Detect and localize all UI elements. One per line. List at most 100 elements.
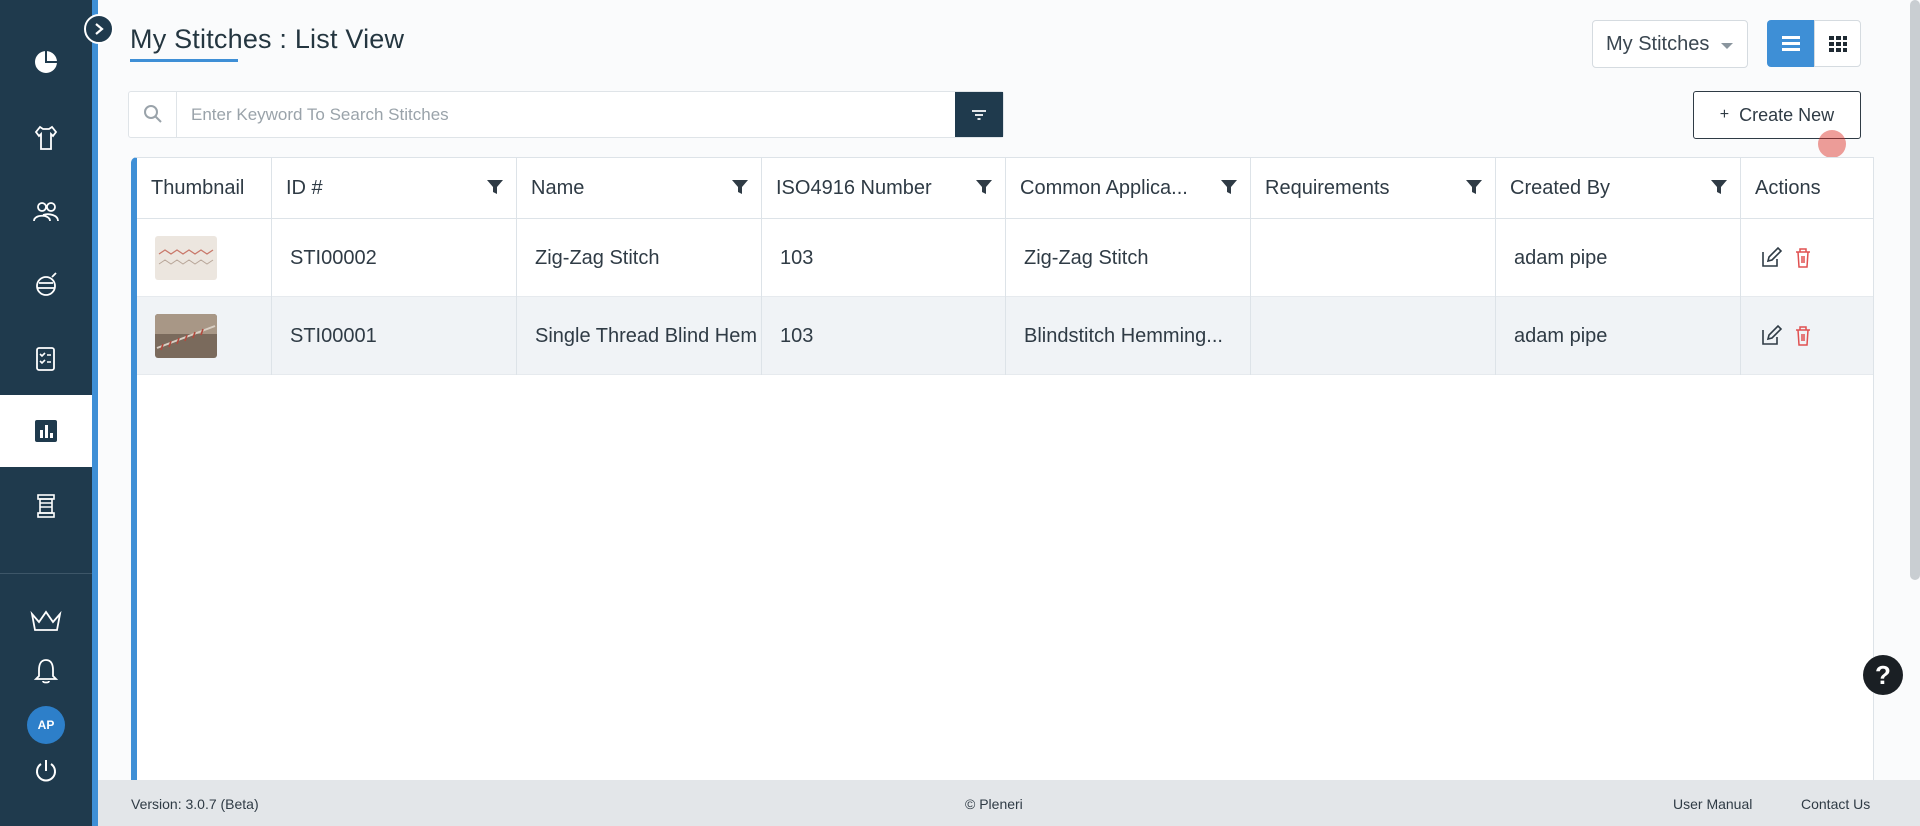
iso-cell: 103 bbox=[762, 297, 1006, 375]
sidebar-item-dashboard[interactable] bbox=[0, 26, 92, 98]
filter-lines-icon bbox=[972, 109, 986, 120]
version-text: Version: 3.0.7 (Beta) bbox=[131, 796, 259, 812]
thumbnail-cell bbox=[137, 219, 272, 297]
sidebar-item-materials[interactable] bbox=[0, 250, 92, 322]
trash-icon bbox=[1796, 326, 1810, 346]
col-label: Thumbnail bbox=[151, 177, 245, 199]
delete-button[interactable] bbox=[1793, 247, 1813, 269]
caret-down-icon bbox=[1721, 43, 1733, 49]
sidebar-divider bbox=[0, 573, 92, 574]
delete-button[interactable] bbox=[1793, 325, 1813, 347]
sidebar: AP bbox=[0, 0, 114, 826]
page-scrollbar[interactable] bbox=[1910, 0, 1920, 580]
question-icon: ? bbox=[1875, 659, 1891, 690]
list-icon bbox=[1781, 35, 1800, 51]
list-view-button[interactable] bbox=[1767, 20, 1814, 67]
bar-chart-icon bbox=[35, 420, 57, 442]
col-requirements: Requirements bbox=[1251, 158, 1496, 219]
pie-chart-icon bbox=[35, 51, 57, 73]
filter-icon[interactable] bbox=[1220, 178, 1238, 196]
iso-cell: 103 bbox=[762, 219, 1006, 297]
users-icon bbox=[33, 202, 59, 222]
requirements-cell bbox=[1251, 297, 1496, 375]
filter-icon[interactable] bbox=[1710, 178, 1728, 196]
sidebar-item-specs[interactable] bbox=[0, 323, 92, 395]
search-icon bbox=[144, 105, 162, 123]
user-manual-link[interactable]: User Manual bbox=[1673, 796, 1752, 812]
actions-cell bbox=[1741, 297, 1873, 375]
stitches-table: Thumbnail ID # Name ISO4916 Number Commo… bbox=[131, 157, 1874, 781]
trash-icon bbox=[1796, 248, 1810, 268]
footer: Version: 3.0.7 (Beta) © Pleneri User Man… bbox=[98, 780, 1920, 826]
col-label: Actions bbox=[1755, 177, 1821, 199]
thread-icon bbox=[36, 272, 57, 296]
edit-icon bbox=[1762, 324, 1783, 345]
col-id: ID # bbox=[272, 158, 517, 219]
actions-cell bbox=[1741, 219, 1873, 297]
table-row[interactable]: STI00002 Zig-Zag Stitch 103 Zig-Zag Stit… bbox=[137, 219, 1873, 297]
col-label: ID # bbox=[286, 177, 323, 199]
table-header: Thumbnail ID # Name ISO4916 Number Commo… bbox=[137, 158, 1873, 219]
requirements-cell bbox=[1251, 219, 1496, 297]
create-new-label: Create New bbox=[1739, 104, 1835, 125]
plus-icon: + bbox=[1719, 106, 1730, 123]
created-by-cell: adam pipe bbox=[1496, 297, 1741, 375]
created-by-cell: adam pipe bbox=[1496, 219, 1741, 297]
checklist-icon bbox=[36, 347, 55, 371]
chevron-right-icon bbox=[95, 23, 104, 35]
name-cell: Single Thread Blind Hem bbox=[517, 297, 762, 375]
filter-icon[interactable] bbox=[486, 178, 504, 196]
col-label: Requirements bbox=[1265, 177, 1390, 199]
contact-us-link[interactable]: Contact Us bbox=[1801, 796, 1870, 812]
col-actions: Actions bbox=[1741, 158, 1873, 219]
grid-view-button[interactable] bbox=[1814, 20, 1861, 67]
copyright-text: © Pleneri bbox=[965, 796, 1023, 812]
col-label: Created By bbox=[1510, 177, 1611, 199]
search-divider bbox=[176, 92, 177, 137]
scope-dropdown-value: My Stitches bbox=[1606, 32, 1710, 55]
stitch-thumbnail[interactable] bbox=[155, 236, 217, 280]
shirt-icon bbox=[34, 125, 58, 150]
col-label: Common Applica... bbox=[1020, 177, 1188, 199]
id-cell: STI00002 bbox=[272, 219, 517, 297]
col-iso: ISO4916 Number bbox=[762, 158, 1006, 219]
sidebar-expand-button[interactable] bbox=[84, 14, 114, 44]
col-name: Name bbox=[517, 158, 762, 219]
col-label: Name bbox=[531, 177, 585, 199]
search-filter-button[interactable] bbox=[955, 92, 1003, 137]
search-input[interactable] bbox=[191, 100, 951, 130]
filter-icon[interactable] bbox=[731, 178, 749, 196]
sidebar-item-apparel[interactable] bbox=[0, 102, 92, 174]
id-cell: STI00001 bbox=[272, 297, 517, 375]
application-cell: Blindstitch Hemming... bbox=[1006, 297, 1251, 375]
search-box bbox=[128, 91, 1004, 138]
sidebar-item-logout[interactable] bbox=[0, 736, 92, 806]
sidebar-item-reports[interactable] bbox=[0, 395, 92, 467]
pointer-cursor-highlight bbox=[1818, 130, 1846, 158]
name-cell: Zig-Zag Stitch bbox=[517, 219, 762, 297]
spool-icon bbox=[37, 494, 55, 518]
scope-dropdown[interactable]: My Stitches bbox=[1592, 20, 1748, 68]
sidebar-item-library[interactable] bbox=[0, 470, 92, 542]
sidebar-item-notifications[interactable] bbox=[0, 636, 92, 706]
grid-icon bbox=[1828, 35, 1847, 52]
col-created-by: Created By bbox=[1496, 158, 1741, 219]
edit-icon bbox=[1762, 246, 1783, 267]
thumbnail-cell bbox=[137, 297, 272, 375]
help-button[interactable]: ? bbox=[1863, 655, 1903, 695]
power-icon bbox=[36, 760, 56, 782]
edit-button[interactable] bbox=[1759, 246, 1783, 270]
filter-icon[interactable] bbox=[1465, 178, 1483, 196]
title-underline bbox=[130, 59, 238, 62]
application-cell: Zig-Zag Stitch bbox=[1006, 219, 1251, 297]
bell-icon bbox=[33, 659, 59, 684]
col-application: Common Applica... bbox=[1006, 158, 1251, 219]
edit-button[interactable] bbox=[1759, 324, 1783, 348]
col-label: ISO4916 Number bbox=[776, 177, 932, 199]
stitch-thumbnail[interactable] bbox=[155, 314, 217, 358]
col-thumbnail: Thumbnail bbox=[137, 158, 272, 219]
table-row[interactable]: STI00001 Single Thread Blind Hem 103 Bli… bbox=[137, 297, 1873, 375]
crown-icon bbox=[30, 610, 62, 631]
sidebar-item-team[interactable] bbox=[0, 176, 92, 248]
filter-icon[interactable] bbox=[975, 178, 993, 196]
